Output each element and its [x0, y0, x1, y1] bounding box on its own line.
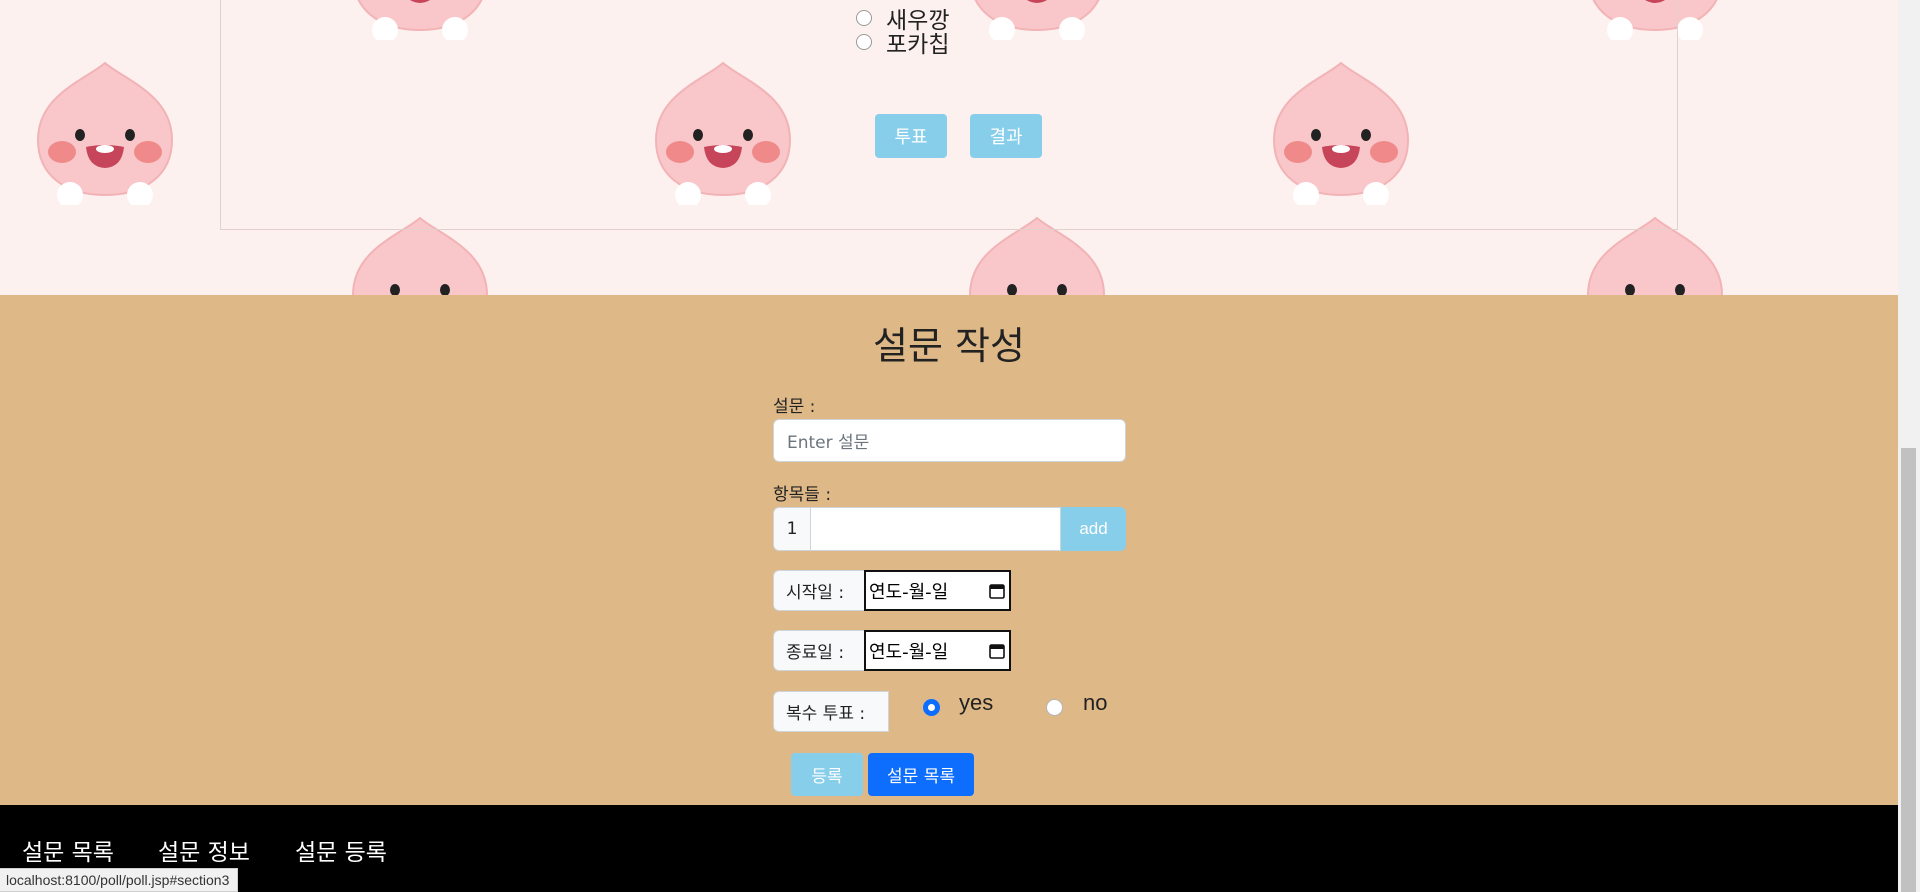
multi-yes-label: yes — [959, 690, 994, 715]
poll-section: 새우깡 포카칩 투표 결과 — [0, 0, 1898, 295]
register-button[interactable]: 등록 — [791, 753, 863, 796]
option-label: 포카칩 — [886, 32, 950, 58]
result-button[interactable]: 결과 — [970, 114, 1042, 158]
question-input[interactable]: Enter 설문 — [773, 419, 1126, 462]
item-input[interactable] — [810, 507, 1061, 551]
option-radio[interactable] — [856, 34, 872, 50]
end-date-label: 종료일 : — [773, 630, 865, 671]
browser-status-bar: localhost:8100/poll/poll.jsp#section3 — [0, 868, 239, 892]
nav-poll-register[interactable]: 설문 등록 — [295, 833, 387, 867]
scrollbar[interactable] — [1898, 0, 1920, 892]
calendar-icon[interactable] — [989, 583, 1005, 599]
end-date-input[interactable]: 연도-월-일 — [864, 630, 1011, 671]
multi-vote-label: 복수 투표 : — [773, 691, 889, 732]
poll-form-section: 설문 작성 설문 : Enter 설문 항목들 : 1 add 시작일 : 연도… — [0, 295, 1898, 805]
end-date-value: 연도-월-일 — [869, 641, 949, 663]
start-date-label: 시작일 : — [773, 570, 865, 611]
peach-pattern-icon — [37, 62, 173, 205]
question-label: 설문 : — [773, 397, 816, 417]
calendar-icon[interactable] — [989, 643, 1005, 659]
status-url: localhost:8100/poll/poll.jsp#section3 — [6, 872, 230, 888]
multi-yes-radio[interactable] — [923, 699, 940, 716]
nav-poll-info[interactable]: 설문 정보 — [158, 833, 250, 867]
poll-option[interactable]: 포카칩 — [856, 25, 949, 59]
add-item-button[interactable]: add — [1061, 507, 1126, 551]
start-date-value: 연도-월-일 — [869, 581, 949, 603]
form-title: 설문 작성 — [873, 324, 1025, 368]
scrollbar-thumb[interactable] — [1901, 448, 1916, 892]
multi-no-label: no — [1083, 690, 1108, 715]
option-radio[interactable] — [856, 10, 872, 26]
vote-button[interactable]: 투표 — [875, 114, 947, 158]
start-date-input[interactable]: 연도-월-일 — [864, 570, 1011, 611]
item-index: 1 — [773, 507, 811, 551]
items-label: 항목들 : — [773, 485, 832, 505]
multi-no-radio[interactable] — [1046, 699, 1063, 716]
question-placeholder: Enter 설문 — [787, 433, 870, 453]
poll-list-button[interactable]: 설문 목록 — [868, 753, 974, 796]
nav-poll-list[interactable]: 설문 목록 — [22, 833, 114, 867]
footer-nav: 설문 목록 설문 정보 설문 등록 — [0, 805, 1898, 892]
